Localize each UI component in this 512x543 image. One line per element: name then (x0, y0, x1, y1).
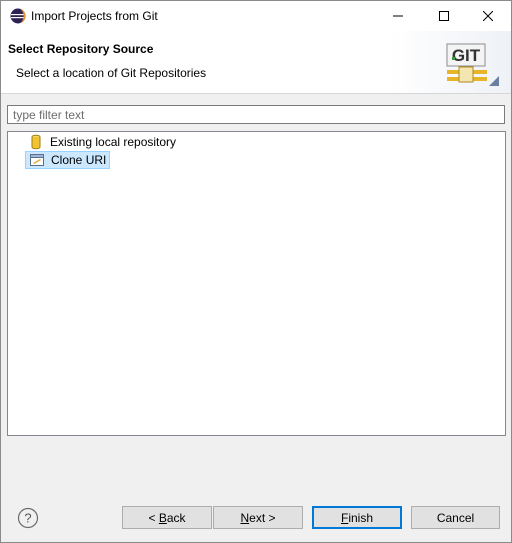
minimize-icon (393, 15, 403, 17)
git-logo-icon: GIT (446, 43, 499, 86)
cancel-button[interactable]: Cancel (411, 506, 500, 529)
maximize-icon (439, 11, 449, 21)
close-button[interactable] (465, 1, 511, 31)
next-button[interactable]: Next > (213, 506, 303, 529)
close-icon (483, 11, 493, 21)
tree-item-clone-uri[interactable]: Clone URI (25, 151, 111, 169)
eclipse-icon (10, 8, 26, 24)
title-bar[interactable]: Import Projects from Git (1, 1, 511, 31)
help-button[interactable]: ? (17, 507, 39, 529)
back-button[interactable]: < Back (122, 506, 212, 529)
clone-uri-icon (30, 154, 44, 166)
filter-input[interactable] (7, 105, 505, 124)
page-title: Select Repository Source (8, 42, 154, 56)
tree-item-label: Clone URI (51, 153, 107, 167)
git-logo-text: GIT (452, 46, 481, 65)
tree-item-label: Existing local repository (50, 135, 177, 149)
help-icon: ? (24, 511, 31, 526)
repository-source-tree[interactable]: Existing local repository Clone URI (7, 131, 506, 436)
page-description: Select a location of Git Repositories (16, 66, 207, 80)
minimize-button[interactable] (375, 1, 421, 31)
window-title: Import Projects from Git (31, 9, 158, 23)
maximize-button[interactable] (421, 1, 467, 31)
wizard-banner: Select Repository Source Select a locati… (1, 31, 511, 94)
finish-button[interactable]: Finish (312, 506, 402, 529)
repository-icon (31, 134, 41, 150)
tree-item-existing-local-repository[interactable]: Existing local repository (25, 133, 179, 151)
import-dialog: Import Projects from Git Select Reposito… (0, 0, 512, 543)
